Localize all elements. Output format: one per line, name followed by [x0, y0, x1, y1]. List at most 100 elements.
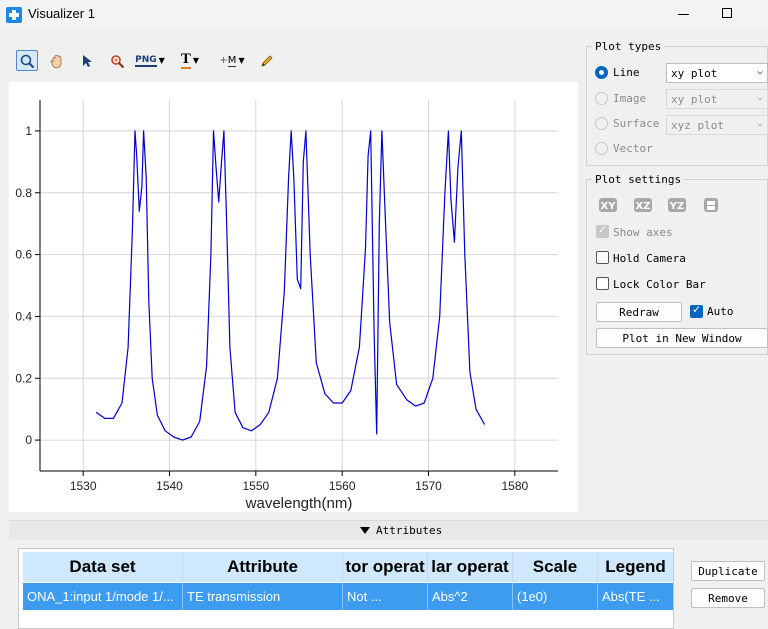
text-annotation-button[interactable]: T ▼ [174, 50, 206, 71]
svg-text:XY: XY [601, 201, 617, 212]
svg-text:XZ: XZ [636, 201, 651, 212]
surface-plot-select-value: xyz plot [671, 119, 724, 132]
y-tick-label: 0.6 [15, 248, 32, 262]
cell-vector-operation[interactable]: Not ... [343, 583, 428, 610]
plus-icon: + [219, 55, 228, 66]
plot-types-title: Plot types [592, 40, 665, 53]
attributes-table: Data set Attribute tor operat lar operat… [18, 548, 674, 629]
reset-view-button[interactable] [701, 196, 721, 214]
edit-button[interactable] [256, 50, 278, 71]
cell-scale[interactable]: (1e0) [513, 583, 598, 610]
camera-reset-icon [704, 198, 718, 212]
radio-surface[interactable] [595, 117, 608, 130]
x-tick-label: 1580 [501, 479, 528, 493]
line-plot-select[interactable]: xy plot ⌵ [666, 63, 768, 83]
table-row[interactable]: ONA_1:input 1/mode 1/... TE transmission… [23, 583, 673, 610]
svg-text:YZ: YZ [669, 201, 685, 212]
chevron-down-icon: ⌵ [756, 92, 763, 103]
export-png-button[interactable]: PNG ▼ [134, 50, 166, 71]
cell-scalar-operation[interactable]: Abs^2 [428, 583, 513, 610]
zoom-tool-button[interactable] [16, 50, 38, 71]
attributes-label[interactable]: Attributes [376, 524, 442, 537]
remove-button[interactable]: Remove [691, 588, 765, 608]
x-tick-label: 1570 [415, 479, 442, 493]
radio-image[interactable] [595, 92, 608, 105]
zoom-extent-button[interactable] [106, 50, 128, 71]
auto-checkbox[interactable] [690, 303, 703, 318]
chevron-down-icon: ⌵ [756, 118, 763, 129]
xy-view-icon: XY [599, 198, 617, 212]
hold-camera-label: Hold Camera [613, 252, 686, 265]
view-xz-button[interactable]: XZ [633, 196, 653, 214]
series-line [95, 130, 486, 441]
cell-legend[interactable]: Abs(TE ... [598, 583, 673, 610]
marker-icon: M [227, 54, 237, 67]
show-axes-checkbox[interactable] [596, 223, 609, 238]
view-yz-button[interactable]: YZ [667, 196, 687, 214]
dropdown-arrow-icon: ▼ [158, 56, 165, 65]
y-tick-label: 0.4 [15, 309, 32, 323]
radio-line[interactable] [595, 66, 608, 79]
redraw-button[interactable]: Redraw [596, 302, 682, 322]
cell-data-set[interactable]: ONA_1:input 1/mode 1/... [23, 583, 183, 610]
collapse-arrow-icon[interactable] [360, 527, 370, 534]
column-header-legend[interactable]: Legend [598, 552, 673, 582]
minimize-button[interactable] [678, 14, 689, 15]
y-tick-label: 0.8 [15, 186, 32, 200]
lock-color-bar-checkbox[interactable] [596, 277, 609, 290]
hand-icon [50, 54, 62, 68]
radio-image-label: Image [613, 92, 647, 105]
duplicate-button[interactable]: Duplicate [691, 561, 765, 581]
radio-line-label: Line [613, 66, 640, 79]
png-icon: PNG [135, 54, 157, 67]
x-tick-label: 1550 [242, 479, 269, 493]
image-plot-select-value: xy plot [671, 93, 718, 106]
x-tick-label: 1540 [156, 479, 183, 493]
x-tick-label: 1560 [329, 479, 356, 493]
radio-vector[interactable] [595, 142, 608, 155]
y-tick-label: 0.2 [15, 371, 32, 385]
zoom-reset-icon [111, 54, 125, 68]
plot-new-window-button[interactable]: Plot in New Window [596, 328, 768, 348]
chevron-down-icon: ⌵ [756, 66, 763, 77]
column-header-scale[interactable]: Scale [513, 552, 598, 582]
window-title: Visualizer 1 [28, 6, 95, 21]
auto-label: Auto [707, 305, 734, 318]
y-tick-label: 1 [25, 124, 32, 138]
table-header: Data set Attribute tor operat lar operat… [23, 552, 673, 582]
y-tick-label: 0 [25, 433, 32, 447]
title-bar: Visualizer 1 [0, 0, 768, 30]
image-plot-select[interactable]: xy plot ⌵ [666, 89, 768, 109]
dropdown-arrow-icon: ▼ [192, 56, 200, 65]
xz-view-icon: XZ [634, 198, 652, 212]
yz-view-icon: YZ [668, 198, 686, 212]
radio-vector-label: Vector [613, 142, 653, 155]
maximize-button[interactable] [722, 8, 732, 18]
marker-button[interactable]: + M ▼ [214, 50, 250, 71]
select-tool-button[interactable] [76, 50, 98, 71]
pencil-icon [261, 54, 273, 67]
hold-camera-checkbox[interactable] [596, 251, 609, 264]
pointer-icon [83, 54, 92, 67]
plot-area[interactable]: 1530 1540 1550 1560 1570 1580 0 0.2 0.4 0.6 0.8 1 wa… [9, 82, 578, 512]
line-chart: 1530 1540 1550 1560 1570 1580 0 0.2 0.4 0.6 0.8 1 wa… [15, 100, 558, 512]
x-axis-label: wavelength(nm) [245, 495, 353, 512]
column-header-attribute[interactable]: Attribute [183, 552, 343, 582]
view-xy-button[interactable]: XY [598, 196, 618, 214]
column-header-scalar-operation[interactable]: lar operat [428, 552, 513, 582]
line-plot-select-value: xy plot [671, 67, 718, 80]
column-header-vector-operation[interactable]: tor operat [343, 552, 428, 582]
surface-plot-select[interactable]: xyz plot ⌵ [666, 115, 768, 135]
cell-attribute[interactable]: TE transmission [183, 583, 343, 610]
app-icon [6, 7, 22, 23]
column-header-data-set[interactable]: Data set [23, 552, 183, 582]
magnifier-icon [20, 54, 35, 68]
show-axes-label: Show axes [613, 226, 673, 239]
radio-surface-label: Surface [613, 117, 660, 130]
plot-settings-title: Plot settings [592, 173, 685, 186]
x-tick-label: 1530 [70, 479, 97, 493]
pan-tool-button[interactable] [46, 50, 68, 71]
dropdown-arrow-icon: ▼ [238, 56, 245, 65]
text-icon: T [180, 51, 191, 69]
lock-color-bar-label: Lock Color Bar [613, 278, 706, 291]
